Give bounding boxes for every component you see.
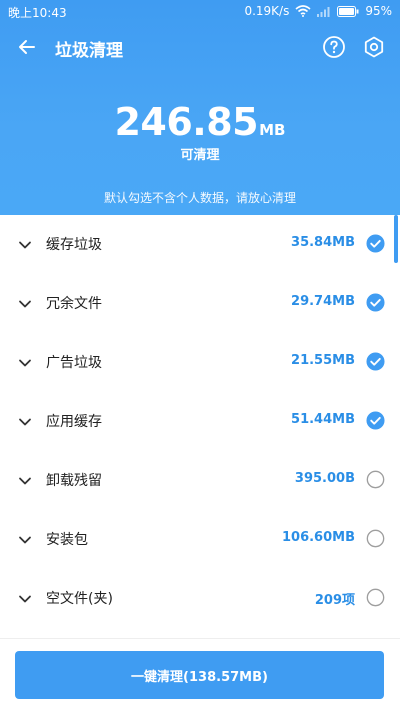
battery-level: 95%	[365, 4, 392, 18]
gear-icon	[364, 36, 384, 58]
one-click-clean-button[interactable]: 一键清理(138.57MB)	[15, 651, 384, 699]
item-size: 106.60MB	[281, 530, 355, 545]
status-indicators: 0.19K/s 95%	[244, 4, 392, 18]
header-panel: 晚上10:43 0.19K/s 95% 垃圾清理 246.85MB 可清理 默认…	[0, 0, 400, 215]
item-size: 51.44MB	[291, 412, 355, 427]
junk-category-list: 缓存垃圾 35.84MB 冗余文件 29.74MB 广告垃圾 21.55MB 应…	[0, 215, 400, 638]
list-item-install-packages[interactable]: 安装包 106.60MB	[0, 510, 400, 569]
item-name: 广告垃圾	[46, 355, 102, 371]
checked-icon[interactable]	[366, 234, 385, 253]
chevron-down-icon	[19, 418, 31, 426]
list-item-cache-junk[interactable]: 缓存垃圾 35.84MB	[0, 215, 400, 274]
page-title: 垃圾清理	[55, 41, 123, 61]
scrollbar[interactable]	[394, 215, 398, 263]
back-button[interactable]	[14, 34, 40, 60]
list-item-empty-folders[interactable]: 空文件(夹) 209项	[0, 569, 400, 628]
unchecked-circle-icon[interactable]	[366, 470, 385, 489]
help-button[interactable]	[322, 35, 346, 59]
status-bar: 晚上10:43 0.19K/s 95%	[0, 0, 400, 24]
clean-button-label: 一键清理(138.57MB)	[131, 669, 268, 685]
chevron-down-icon	[19, 300, 31, 308]
list-item-redundant-files[interactable]: 冗余文件 29.74MB	[0, 274, 400, 333]
chevron-down-icon	[19, 536, 31, 544]
size-unit: MB	[259, 121, 286, 139]
checked-icon[interactable]	[366, 352, 385, 371]
signal-icon	[317, 5, 331, 17]
item-size: 29.74MB	[291, 294, 355, 309]
list-item-ad-junk[interactable]: 广告垃圾 21.55MB	[0, 333, 400, 392]
bottom-divider	[0, 638, 400, 639]
cleanable-size: 246.85MB	[0, 100, 400, 144]
arrow-left-icon	[19, 40, 35, 54]
item-name: 应用缓存	[46, 414, 102, 430]
chevron-down-icon	[19, 595, 31, 603]
item-name: 空文件(夹)	[46, 591, 113, 607]
checked-icon[interactable]	[366, 411, 385, 430]
checked-icon[interactable]	[366, 293, 385, 312]
item-size: 35.84MB	[291, 235, 355, 250]
item-name: 安装包	[46, 532, 88, 548]
battery-icon	[337, 5, 359, 17]
size-value: 246.85	[114, 100, 259, 144]
safe-notice: 默认勾选不含个人数据，请放心清理	[103, 191, 296, 205]
size-caption: 可清理	[180, 148, 220, 163]
question-icon	[323, 36, 345, 58]
chevron-down-icon	[19, 477, 31, 485]
item-name: 卸载残留	[46, 473, 102, 489]
item-name: 冗余文件	[46, 296, 102, 312]
item-name: 缓存垃圾	[46, 237, 102, 253]
status-time: 晚上10:43	[8, 6, 67, 20]
list-item-uninstall-residue[interactable]: 卸载残留 395.00B	[0, 451, 400, 510]
item-size: 395.00B	[294, 471, 355, 486]
list-item-app-cache[interactable]: 应用缓存 51.44MB	[0, 392, 400, 451]
settings-button[interactable]	[362, 35, 386, 59]
network-speed: 0.19K/s	[244, 4, 290, 18]
unchecked-circle-icon[interactable]	[366, 588, 385, 607]
unchecked-circle-icon[interactable]	[366, 529, 385, 548]
chevron-down-icon	[19, 359, 31, 367]
item-size: 21.55MB	[291, 353, 355, 368]
item-size: 209项	[314, 593, 355, 608]
toolbar: 垃圾清理	[0, 30, 400, 64]
chevron-down-icon	[19, 241, 31, 249]
wifi-icon	[295, 5, 311, 17]
